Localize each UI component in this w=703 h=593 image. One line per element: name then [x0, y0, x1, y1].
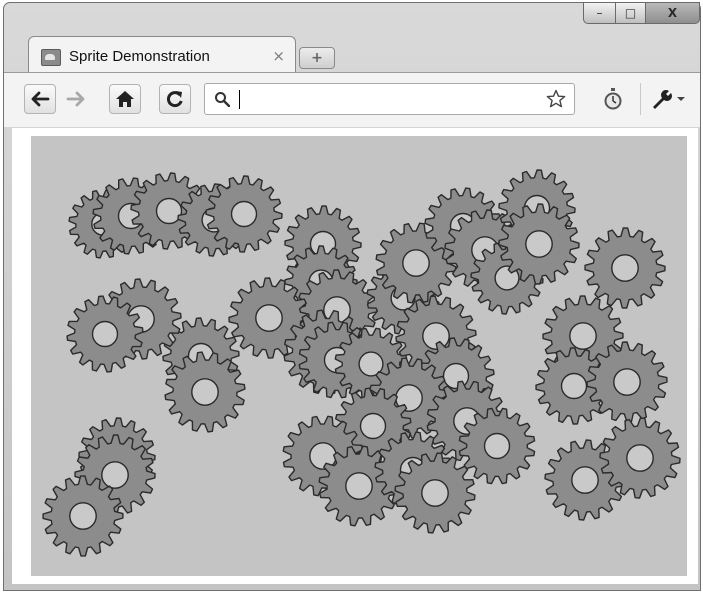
gear-hole: [230, 200, 258, 228]
settings-menu-button[interactable]: [650, 86, 690, 112]
gear-hole: [613, 368, 641, 396]
forward-button[interactable]: [60, 85, 92, 113]
gear-hole: [421, 479, 449, 507]
gear-hole: [255, 304, 283, 332]
search-icon: [215, 92, 230, 107]
reload-icon: [166, 91, 183, 108]
forward-arrow-icon: [66, 91, 85, 107]
page-favicon-icon: [41, 49, 61, 66]
reload-button[interactable]: [159, 84, 191, 114]
gear-hole: [69, 502, 97, 530]
back-arrow-icon: [31, 91, 50, 107]
gear-hole: [571, 466, 599, 494]
tab-title: Sprite Demonstration: [69, 48, 210, 65]
gear-sprite: [584, 227, 666, 309]
tab-close-icon[interactable]: ×: [272, 47, 285, 65]
gear-hole: [191, 378, 219, 406]
gear-hole: [611, 254, 639, 282]
gear-hole: [483, 432, 511, 460]
gear-hole: [626, 444, 654, 472]
gear-sprite: [586, 341, 668, 423]
browser-window: – □ X Sprite Demonstration × +: [3, 2, 701, 591]
toolbar-divider: [640, 83, 641, 115]
gear-hole: [560, 372, 588, 400]
gear-hole: [101, 461, 129, 489]
sprite-canvas[interactable]: [31, 136, 687, 576]
gear-hole: [569, 322, 597, 350]
home-button[interactable]: [109, 84, 141, 114]
new-tab-button[interactable]: +: [299, 47, 335, 69]
minimize-button[interactable]: –: [583, 2, 616, 24]
gear-sprite: [42, 475, 124, 557]
gear-hole: [525, 230, 553, 258]
address-input[interactable]: [237, 88, 537, 110]
page-content: [12, 128, 698, 584]
wrench-icon: [653, 90, 672, 109]
home-icon: [116, 91, 134, 107]
gear-sprite: [599, 417, 681, 499]
gear-sprite: [205, 175, 283, 253]
stopwatch-icon: [604, 88, 622, 110]
maximize-button[interactable]: □: [616, 2, 646, 24]
gear-sprite: [498, 203, 580, 285]
gear-hole: [345, 472, 373, 500]
gear-hole: [402, 249, 430, 277]
chevron-down-icon: [677, 97, 685, 101]
browser-toolbar: [4, 72, 700, 127]
gear-hole: [91, 320, 119, 348]
window-controls: – □ X: [583, 2, 700, 24]
star-icon[interactable]: [546, 89, 566, 109]
back-button[interactable]: [24, 84, 56, 114]
address-bar[interactable]: [204, 83, 575, 115]
gear-hole: [359, 412, 387, 440]
stopwatch-extension-button[interactable]: [601, 86, 625, 112]
close-window-button[interactable]: X: [646, 2, 700, 24]
tab-sprite-demonstration[interactable]: Sprite Demonstration ×: [28, 36, 296, 74]
